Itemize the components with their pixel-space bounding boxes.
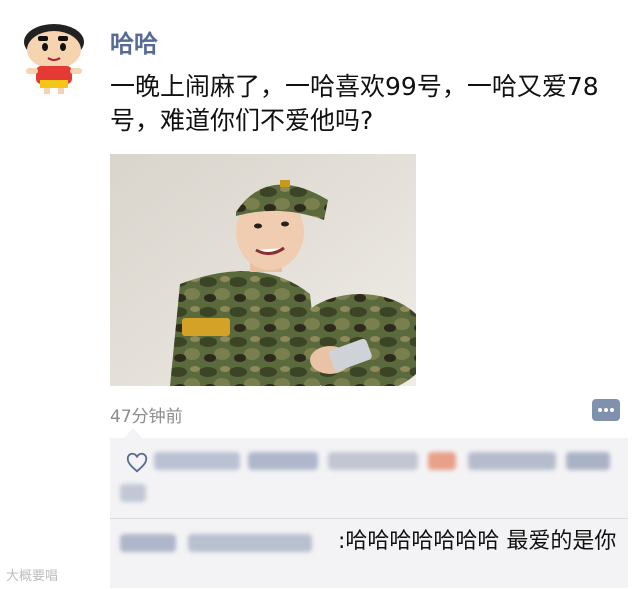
cartoon-avatar-icon <box>24 24 84 94</box>
blurred-liker-name[interactable] <box>154 452 240 470</box>
comment-item[interactable]: :哈哈哈哈哈哈哈 最爱的是你 <box>110 526 628 586</box>
blurred-liker-name[interactable] <box>248 452 318 470</box>
post-username[interactable]: 哈哈 <box>110 24 158 59</box>
post-photo[interactable] <box>110 154 416 386</box>
dot-icon <box>604 408 608 412</box>
comments-section: :哈哈哈哈哈哈哈 最爱的是你 <box>110 428 628 588</box>
post-text: 一晚上闹麻了，一哈喜欢99号，一哈又爱78号，难道你们不爱他吗? <box>110 72 599 135</box>
blurred-liker-name[interactable] <box>468 452 556 470</box>
dot-icon <box>598 408 602 412</box>
watermark: 大概要唱 <box>6 569 59 584</box>
moments-post: 哈哈 一晚上闹麻了，一哈喜欢99号，一哈又爱78号，难道你们不爱他吗? 47分钟… <box>0 0 640 589</box>
heart-icon <box>126 452 148 473</box>
likes-row <box>110 438 628 514</box>
soldier-photo-image <box>110 154 416 386</box>
blurred-liker-name[interactable] <box>566 452 610 470</box>
dot-icon <box>610 408 614 412</box>
user-avatar[interactable] <box>14 18 94 94</box>
post-timestamp: 47分钟前 <box>110 407 183 427</box>
blurred-liker-name[interactable] <box>120 484 146 502</box>
comment-text: :哈哈哈哈哈哈哈 最爱的是你 <box>338 529 617 554</box>
blurred-liker-name[interactable] <box>328 452 418 470</box>
blurred-liker-emoji <box>428 452 456 470</box>
comment-menu-button[interactable] <box>592 399 620 421</box>
divider <box>110 518 628 519</box>
